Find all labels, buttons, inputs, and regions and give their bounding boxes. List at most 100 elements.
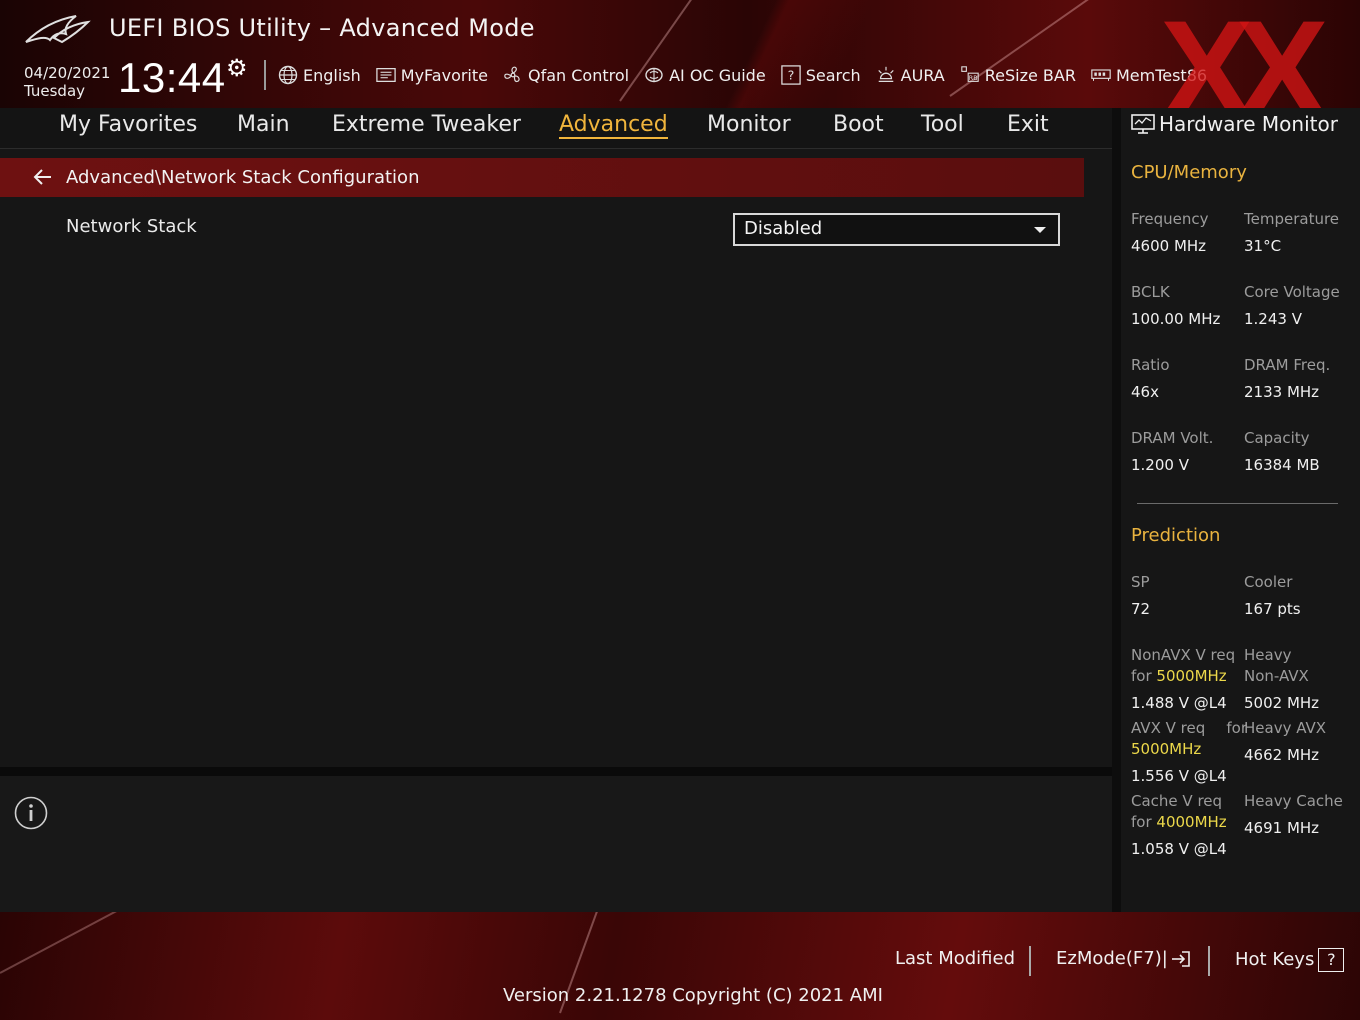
- dram-freq-value: 2133 MHz: [1244, 383, 1320, 401]
- last-modified-button[interactable]: Last Modified: [895, 948, 1015, 969]
- ezmode-button[interactable]: EzMode(F7)|: [1056, 948, 1192, 969]
- capacity-label: Capacity: [1244, 429, 1310, 447]
- avx-req-label: AVX V req for 5000MHz: [1131, 718, 1251, 760]
- panel-divider: [0, 767, 1112, 776]
- back-arrow-icon[interactable]: [32, 166, 54, 188]
- monitor-icon: [1131, 114, 1155, 134]
- capacity-value: 16384 MB: [1244, 456, 1320, 474]
- ai-oc-guide-button[interactable]: AI OC Guide: [644, 65, 766, 85]
- date-display: 04/20/2021 Tuesday: [24, 64, 110, 100]
- search-button[interactable]: ? Search: [780, 65, 861, 85]
- version-text: Version 2.21.1278 Copyright (C) 2021 AMI: [503, 985, 883, 1006]
- heavy-nonavx-value: 5002 MHz: [1244, 694, 1320, 712]
- info-icon: [14, 796, 48, 830]
- hot-keys-label: Hot Keys: [1235, 949, 1315, 970]
- cache-freq: 4000MHz: [1156, 813, 1227, 831]
- hot-keys-button[interactable]: Hot Keys?: [1235, 948, 1345, 972]
- tab-advanced[interactable]: Advanced: [559, 112, 668, 139]
- svg-text:?: ?: [787, 68, 794, 83]
- footer-divider: [1208, 946, 1210, 976]
- aura-label: AURA: [900, 65, 945, 85]
- nonavx-req-value: 1.488 V @L4: [1131, 694, 1227, 712]
- main-panel: Advanced\Network Stack Configuration Net…: [0, 149, 1112, 767]
- chip-icon: [645, 67, 663, 83]
- memory-icon: [1091, 69, 1111, 81]
- network-stack-label: Network Stack: [66, 216, 197, 237]
- clock-display[interactable]: 13:44: [118, 54, 226, 102]
- sp-label: SP: [1131, 573, 1150, 591]
- resize-bar-icon: RB: [961, 66, 979, 82]
- tab-exit[interactable]: Exit: [1007, 112, 1049, 137]
- breadcrumb-path: Advanced\Network Stack Configuration: [66, 167, 420, 188]
- cache-req-label-line2: for 4000MHz: [1131, 812, 1227, 833]
- temperature-label: Temperature: [1244, 210, 1340, 228]
- cpu-memory-heading: CPU/Memory: [1131, 162, 1247, 183]
- aura-light-icon: [877, 66, 894, 82]
- nonavx-req-label-line2: for 5000MHz: [1131, 666, 1235, 687]
- heavy-avx-label: Heavy AVX: [1244, 719, 1327, 737]
- hardware-monitor-title: Hardware Monitor: [1159, 112, 1338, 136]
- favorite-list-icon: [376, 68, 396, 82]
- rog-logo: [25, 15, 91, 44]
- main-menu-bar: My Favorites Main Extreme Tweaker Advanc…: [0, 108, 1112, 149]
- myfavorite-label: MyFavorite: [400, 65, 488, 85]
- header-bar: UEFI BIOS Utility – Advanced Mode 04/20/…: [0, 0, 1360, 108]
- dram-freq-label: DRAM Freq.: [1244, 356, 1331, 374]
- weekday-text: Tuesday: [24, 82, 86, 100]
- aura-button[interactable]: AURA: [876, 65, 945, 85]
- heavy-nonavx-label: Heavy Non-AVX: [1244, 645, 1309, 687]
- breadcrumb[interactable]: Advanced\Network Stack Configuration: [0, 158, 1084, 197]
- watermark-logo: XX: [1160, 0, 1329, 108]
- tab-my-favorites[interactable]: My Favorites: [59, 112, 197, 137]
- ratio-label: Ratio: [1131, 356, 1170, 374]
- tab-monitor[interactable]: Monitor: [707, 112, 791, 137]
- cache-req-label: Cache V req for 4000MHz: [1131, 791, 1227, 833]
- dram-volt-value: 1.200 V: [1131, 456, 1189, 474]
- nonavx-freq: 5000MHz: [1156, 667, 1227, 685]
- bclk-label: BCLK: [1131, 283, 1170, 301]
- search-help-icon: ?: [780, 65, 801, 85]
- qfan-control-button[interactable]: Qfan Control: [503, 65, 629, 85]
- resize-bar-button[interactable]: RB ReSize BAR: [960, 65, 1076, 85]
- bclk-value: 100.00 MHz: [1131, 310, 1221, 328]
- network-stack-dropdown[interactable]: Disabled: [733, 213, 1060, 246]
- resize-bar-label: ReSize BAR: [984, 65, 1076, 85]
- ezmode-label: EzMode(F7)|: [1056, 948, 1168, 969]
- ai-oc-guide-label: AI OC Guide: [669, 65, 766, 85]
- clock-settings-gear-icon[interactable]: ⚙: [226, 54, 248, 82]
- cooler-value: 167 pts: [1244, 600, 1301, 618]
- language-label: English: [303, 65, 361, 85]
- nonavx-req-label-line1: NonAVX V req: [1131, 646, 1236, 664]
- exit-arrow-icon: [1171, 951, 1190, 967]
- frequency-value: 4600 MHz: [1131, 237, 1207, 255]
- chevron-down-icon: [1034, 227, 1046, 233]
- nonavx-for-text: for: [1131, 667, 1152, 685]
- app-title: UEFI BIOS Utility – Advanced Mode: [109, 14, 535, 42]
- tab-tool[interactable]: Tool: [921, 112, 964, 137]
- search-label: Search: [805, 65, 861, 85]
- header-divider: [264, 60, 266, 90]
- footer-bar: Last Modified EzMode(F7)| Hot Keys? Vers…: [0, 912, 1360, 1020]
- hardware-monitor-header: Hardware Monitor: [1131, 112, 1338, 136]
- frequency-label: Frequency: [1131, 210, 1209, 228]
- avx-req-label-line1: AVX V req for: [1131, 718, 1251, 739]
- heavy-nonavx-label-line2: Non-AVX: [1244, 667, 1309, 685]
- sp-value: 72: [1131, 600, 1151, 618]
- decor-streak: [0, 912, 213, 974]
- qfan-control-label: Qfan Control: [528, 65, 630, 85]
- date-text: 04/20/2021: [24, 64, 111, 82]
- core-voltage-value: 1.243 V: [1244, 310, 1302, 328]
- avx-req-text: AVX V req: [1131, 719, 1206, 737]
- tab-main[interactable]: Main: [237, 112, 290, 137]
- section-divider: [1137, 503, 1338, 504]
- tab-extreme-tweaker[interactable]: Extreme Tweaker: [332, 112, 521, 137]
- help-info-panel: [0, 776, 1112, 912]
- cooler-label: Cooler: [1244, 573, 1293, 591]
- ratio-value: 46x: [1131, 383, 1159, 401]
- cache-req-label-line1: Cache V req: [1131, 792, 1223, 810]
- core-voltage-label: Core Voltage: [1244, 283, 1340, 301]
- myfavorite-button[interactable]: MyFavorite: [376, 65, 488, 85]
- tab-boot[interactable]: Boot: [833, 112, 884, 137]
- svg-text:RB: RB: [969, 75, 978, 82]
- language-button[interactable]: English: [278, 65, 361, 85]
